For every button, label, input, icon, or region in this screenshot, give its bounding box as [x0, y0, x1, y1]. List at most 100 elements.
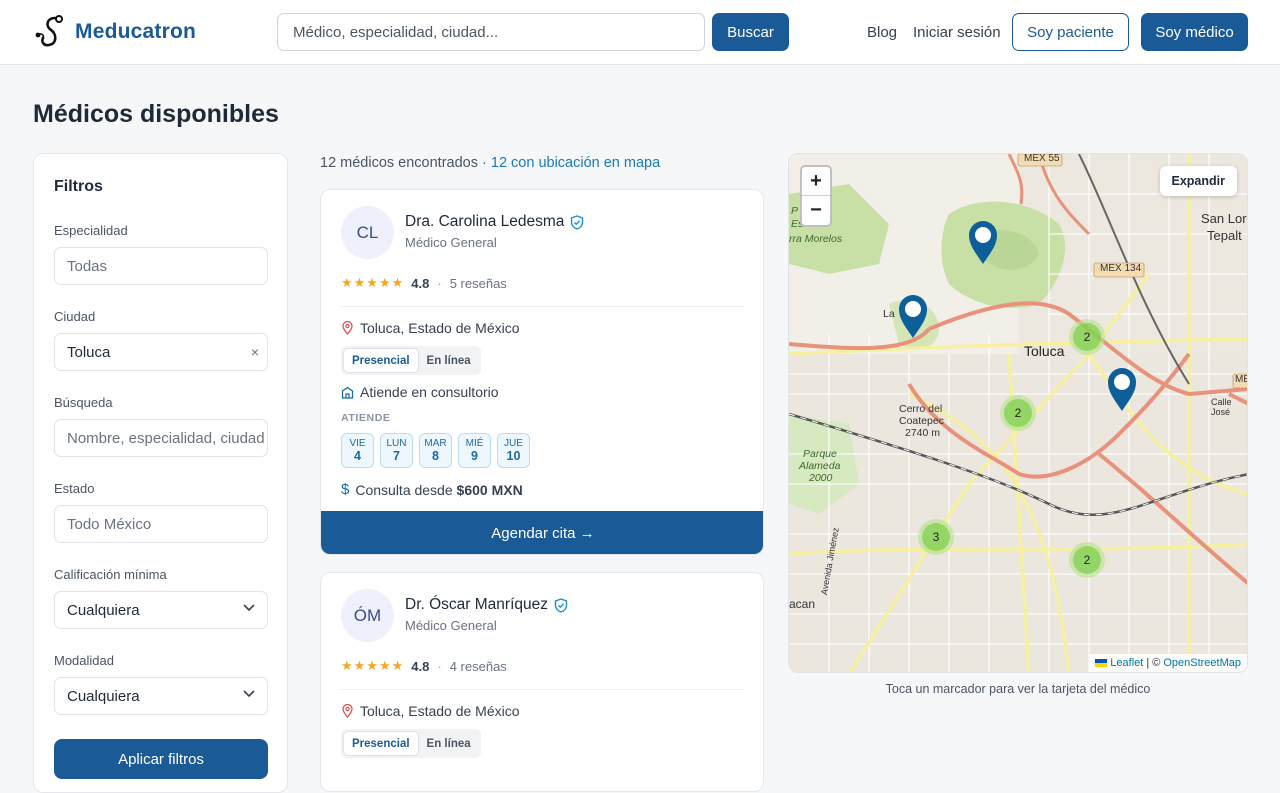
rating-value: 4.8 [411, 275, 430, 291]
mode-select[interactable]: Cualquiera [54, 677, 268, 715]
map-cluster[interactable]: 3 [918, 519, 954, 555]
doctor-location: Toluca, Estado de México [341, 703, 520, 719]
city-field[interactable]: Toluca × [54, 333, 268, 371]
specialty-field[interactable]: Todas [54, 247, 268, 285]
day-chip[interactable]: JUE 10 [497, 433, 530, 468]
map-cluster[interactable]: 2 [1069, 542, 1105, 578]
zoom-control: + − [800, 165, 832, 227]
map-cluster[interactable]: 2 [1000, 395, 1036, 431]
rating-row: ★★★★★ 4.8 · 4 reseñas [341, 658, 507, 674]
reviews-count[interactable]: 5 reseñas [450, 276, 507, 291]
star-rating-icon: ★★★★★ [341, 658, 405, 673]
location-text: Toluca, Estado de México [360, 703, 520, 719]
day-weekday: VIE [349, 438, 366, 449]
building-icon [341, 386, 354, 399]
doctors-map[interactable]: MEX 55 MEX 134 ME Toluca San Lor Tepalt … [788, 153, 1248, 673]
blog-link[interactable]: Blog [867, 24, 897, 41]
filter-search-input[interactable]: Nombre, especialidad, ciudad [54, 419, 268, 457]
expand-map-button[interactable]: Expandir [1159, 166, 1237, 196]
apply-filters-button[interactable]: Aplicar filtros [54, 739, 268, 779]
map-label: Alameda [799, 460, 841, 472]
doctor-card: CL Dra. Carolina Ledesma Médico General … [320, 189, 764, 555]
day-number: 7 [393, 449, 400, 463]
price-value: $600 MXN [456, 481, 523, 498]
search-label: Búsqueda [54, 395, 113, 410]
rating-value: 4.8 [411, 658, 430, 674]
filter-search-placeholder: Nombre, especialidad, ciudad [67, 429, 265, 447]
rating-select[interactable]: Cualquiera [54, 591, 268, 629]
map-attribution: Leaflet | © OpenStreetMap [1089, 654, 1247, 672]
cluster-count: 2 [1073, 323, 1101, 351]
map-marker-icon[interactable] [967, 219, 999, 265]
specialty-label: Especialidad [54, 223, 128, 238]
brand-name: Meducatron [75, 20, 197, 43]
state-field[interactable]: Todo México [54, 505, 268, 543]
doctor-name[interactable]: Dr. Óscar Manríquez [405, 596, 568, 614]
card-divider [341, 689, 745, 690]
attribution-separator: | © [1146, 657, 1161, 669]
login-link[interactable]: Iniciar sesión [913, 24, 1001, 41]
cluster-count: 3 [922, 523, 950, 551]
header-search-input[interactable] [277, 13, 705, 51]
mode-toggle: Presencial En línea [341, 729, 481, 758]
mode-presencial-tab[interactable]: Presencial [343, 348, 419, 373]
avatar: CL [341, 206, 394, 259]
zoom-out-button[interactable]: − [802, 196, 830, 225]
mode-select-value: Cualquiera [67, 687, 140, 705]
map-count-link[interactable]: 12 con ubicación en mapa [491, 155, 660, 171]
leaflet-link[interactable]: Leaflet [1110, 657, 1143, 669]
day-number: 10 [506, 449, 521, 463]
cluster-count: 2 [1073, 546, 1101, 574]
day-chip[interactable]: MAR 8 [419, 433, 452, 468]
map-label: Coatepec [899, 415, 944, 427]
chevron-down-icon [243, 604, 255, 612]
zoom-in-button[interactable]: + [802, 167, 830, 196]
available-days: VIE 4 LUN 7 MAR 8 MIÉ 9 JUE 10 [341, 433, 530, 468]
book-appointment-button[interactable]: Agendar cita → [321, 511, 763, 554]
day-weekday: MAR [424, 438, 447, 449]
office-info: Atiende en consultorio [341, 384, 499, 400]
map-marker-icon[interactable] [1106, 366, 1138, 412]
ukraine-flag-icon [1095, 659, 1108, 667]
day-chip[interactable]: LUN 7 [380, 433, 413, 468]
results-count-text: 12 médicos encontrados · [320, 155, 491, 171]
map-label: 2740 m [905, 427, 941, 439]
mode-online-tab[interactable]: En línea [419, 348, 479, 373]
map-label: acan [789, 597, 816, 611]
mode-presencial-tab[interactable]: Presencial [343, 731, 419, 756]
patient-button[interactable]: Soy paciente [1012, 13, 1129, 51]
day-chip[interactable]: MIÉ 9 [458, 433, 491, 468]
osm-link[interactable]: OpenStreetMap [1163, 657, 1241, 669]
map-label: MEX 134 [1100, 263, 1142, 274]
office-text: Atiende en consultorio [360, 384, 499, 400]
map-label: MEX 55 [1024, 153, 1060, 164]
rating-label: Calificación mínima [54, 567, 167, 582]
state-value: Todo México [67, 515, 152, 533]
mode-online-tab[interactable]: En línea [419, 731, 479, 756]
verified-shield-icon [571, 214, 584, 230]
doctor-specialty: Médico General [405, 235, 497, 250]
results-count: 12 médicos encontrados · 12 con ubicació… [320, 155, 660, 171]
day-number: 8 [432, 449, 439, 463]
map-label: San Lor [1201, 211, 1247, 226]
map-pin-icon [342, 704, 353, 718]
doctor-location: Toluca, Estado de México [341, 320, 520, 336]
map-label: 2000 [809, 472, 833, 484]
doctor-card: ÓM Dr. Óscar Manríquez Médico General ★★… [320, 572, 764, 792]
doctor-button[interactable]: Soy médico [1141, 13, 1248, 51]
map-label: Tepalt [1207, 228, 1242, 243]
avatar: ÓM [341, 589, 394, 642]
day-chip[interactable]: VIE 4 [341, 433, 374, 468]
filters-panel: Filtros Especialidad Todas Ciudad Toluca… [33, 153, 288, 793]
doctor-name[interactable]: Dra. Carolina Ledesma [405, 213, 584, 231]
dollar-icon: $ [341, 481, 350, 498]
map-label-city: Toluca [1024, 343, 1065, 359]
map-cluster[interactable]: 2 [1069, 319, 1105, 355]
map-marker-icon[interactable] [897, 293, 929, 339]
search-button[interactable]: Buscar [712, 13, 789, 51]
reviews-count[interactable]: 4 reseñas [450, 659, 507, 674]
logo[interactable]: Meducatron [33, 14, 196, 50]
filters-title: Filtros [54, 178, 103, 195]
clear-city-icon[interactable]: × [251, 344, 259, 360]
day-number: 9 [471, 449, 478, 463]
